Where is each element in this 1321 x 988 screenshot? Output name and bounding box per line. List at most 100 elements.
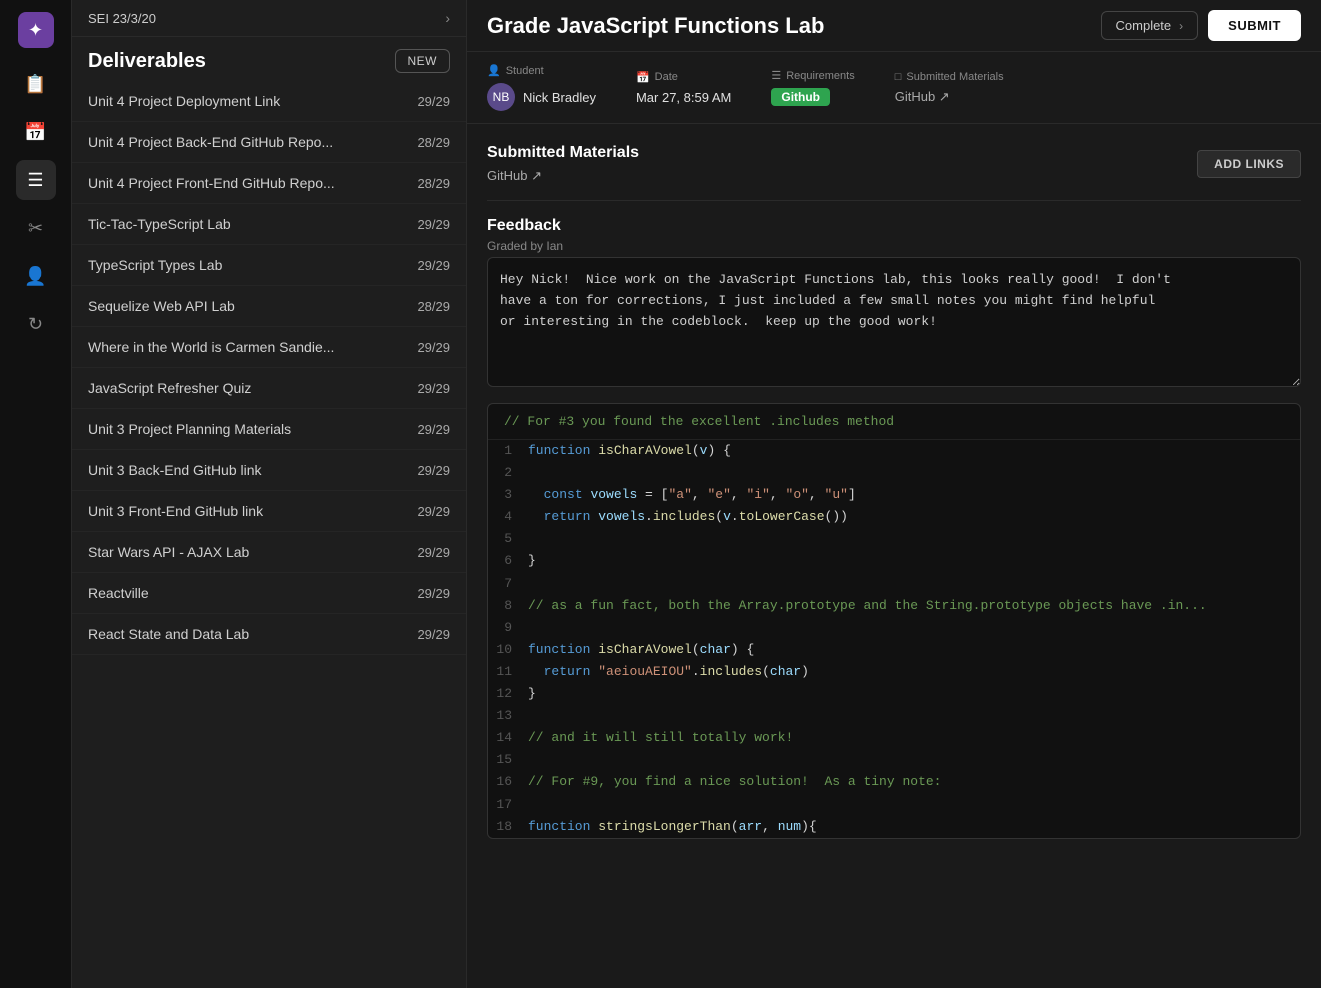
code-line: 17	[488, 794, 1300, 816]
deliverable-score: 29/29	[417, 463, 450, 478]
deliverable-score: 29/29	[417, 586, 450, 601]
list-item[interactable]: Reactville 29/29	[72, 573, 466, 614]
student-label: 👤 Student	[487, 64, 596, 77]
content-area: Submitted Materials GitHub ↗ ADD LINKS F…	[467, 124, 1321, 988]
code-line: 18 function stringsLongerThan(arr, num){	[488, 816, 1300, 838]
code-line: 11 return "aeiouAEIOU".includes(char)	[488, 661, 1300, 683]
submitted-materials-left: Submitted Materials GitHub ↗	[487, 144, 639, 184]
code-line: 4 return vowels.includes(v.toLowerCase()…	[488, 506, 1300, 528]
deliverable-score: 29/29	[417, 504, 450, 519]
deliverable-name: Unit 4 Project Front-End GitHub Repo...	[88, 175, 417, 191]
deliverable-score: 29/29	[417, 381, 450, 396]
code-line: 16 // For #9, you find a nice solution! …	[488, 771, 1300, 793]
feedback-section: Feedback Graded by Ian	[487, 217, 1301, 387]
main-panel: Grade JavaScript Functions Lab Complete …	[467, 0, 1321, 988]
code-line: 12 }	[488, 683, 1300, 705]
sidebar-header: SEI 23/3/20 ›	[72, 0, 466, 37]
deliverable-score: 29/29	[417, 258, 450, 273]
deliverable-name: Sequelize Web API Lab	[88, 298, 417, 314]
requirements-value: Github	[771, 88, 854, 106]
calendar-icon: 📅	[636, 71, 650, 84]
clipboard-nav-icon[interactable]: 📋	[16, 64, 56, 104]
list-item[interactable]: Unit 3 Project Planning Materials 29/29	[72, 409, 466, 450]
feedback-textarea[interactable]	[487, 257, 1301, 387]
deliverable-name: Where in the World is Carmen Sandie...	[88, 339, 417, 355]
sidebar-title: Deliverables	[88, 50, 206, 73]
code-line: 7	[488, 573, 1300, 595]
code-table: 1 function isCharAVowel(v) { 2 3 const v…	[488, 440, 1300, 838]
deliverable-score: 29/29	[417, 422, 450, 437]
deliverables-list: Unit 4 Project Deployment Link 29/29 Uni…	[72, 81, 466, 988]
list-item[interactable]: Unit 3 Back-End GitHub link 29/29	[72, 450, 466, 491]
person-nav-icon[interactable]: 👤	[16, 256, 56, 296]
date-value: Mar 27, 8:59 AM	[636, 90, 731, 105]
list-item[interactable]: JavaScript Refresher Quiz 29/29	[72, 368, 466, 409]
complete-button[interactable]: Complete ›	[1101, 11, 1199, 40]
course-label: SEI 23/3/20	[88, 11, 156, 26]
list-item[interactable]: TypeScript Types Lab 29/29	[72, 245, 466, 286]
list-item[interactable]: Unit 4 Project Back-End GitHub Repo... 2…	[72, 122, 466, 163]
deliverables-sidebar: SEI 23/3/20 › Deliverables NEW Unit 4 Pr…	[72, 0, 467, 988]
deliverable-name: React State and Data Lab	[88, 626, 417, 642]
list-icon: ☰	[771, 69, 781, 82]
app-logo[interactable]: ✦	[18, 12, 54, 48]
list-item[interactable]: Star Wars API - AJAX Lab 29/29	[72, 532, 466, 573]
code-line: 9	[488, 617, 1300, 639]
deliverable-score: 28/29	[417, 135, 450, 150]
deliverable-name: Star Wars API - AJAX Lab	[88, 544, 417, 560]
code-line: 2	[488, 462, 1300, 484]
date-label: 📅 Date	[636, 71, 731, 84]
date-col: 📅 Date Mar 27, 8:59 AM	[636, 71, 731, 105]
list-item[interactable]: React State and Data Lab 29/29	[72, 614, 466, 655]
chevron-right-icon: ›	[1179, 19, 1183, 33]
list-item[interactable]: Where in the World is Carmen Sandie... 2…	[72, 327, 466, 368]
list-item[interactable]: Unit 4 Project Deployment Link 29/29	[72, 81, 466, 122]
list-nav-icon[interactable]: ☰	[16, 160, 56, 200]
deliverable-name: Tic-Tac-TypeScript Lab	[88, 216, 417, 232]
deliverable-name: Reactville	[88, 585, 417, 601]
submit-button[interactable]: SUBMIT	[1208, 10, 1301, 41]
submitted-materials-title: Submitted Materials	[487, 144, 639, 162]
deliverable-name: Unit 4 Project Deployment Link	[88, 93, 417, 109]
complete-label: Complete	[1116, 18, 1172, 33]
list-item[interactable]: Sequelize Web API Lab 28/29	[72, 286, 466, 327]
code-comment: // For #3 you found the excellent .inclu…	[488, 404, 1300, 440]
code-line: 15	[488, 749, 1300, 771]
tools-nav-icon[interactable]: ✂	[16, 208, 56, 248]
list-item[interactable]: Tic-Tac-TypeScript Lab 29/29	[72, 204, 466, 245]
sidebar-title-row: Deliverables NEW	[72, 37, 466, 81]
code-line: 13	[488, 705, 1300, 727]
student-name: Nick Bradley	[523, 90, 596, 105]
deliverable-score: 29/29	[417, 94, 450, 109]
code-line: 14 // and it will still totally work!	[488, 727, 1300, 749]
page-title: Grade JavaScript Functions Lab	[487, 13, 824, 39]
avatar: NB	[487, 83, 515, 111]
refresh-nav-icon[interactable]: ↻	[16, 304, 56, 344]
code-line: 3 const vowels = ["a", "e", "i", "o", "u…	[488, 484, 1300, 506]
deliverable-score: 29/29	[417, 627, 450, 642]
submitted-github-link[interactable]: GitHub ↗	[487, 168, 639, 184]
divider	[487, 200, 1301, 201]
topbar-actions: Complete › SUBMIT	[1101, 10, 1301, 41]
list-item[interactable]: Unit 3 Front-End GitHub link 29/29	[72, 491, 466, 532]
deliverable-name: Unit 3 Project Planning Materials	[88, 421, 417, 437]
requirements-label: ☰ Requirements	[771, 69, 854, 82]
deliverable-name: TypeScript Types Lab	[88, 257, 417, 273]
box-icon: □	[895, 71, 902, 83]
github-link[interactable]: GitHub ↗	[895, 89, 950, 105]
person-icon: 👤	[487, 64, 501, 77]
github-badge: Github	[771, 88, 830, 106]
new-deliverable-button[interactable]: NEW	[395, 49, 451, 73]
student-value: NB Nick Bradley	[487, 83, 596, 111]
student-info-row: 👤 Student NB Nick Bradley 📅 Date Mar 27,…	[467, 52, 1321, 124]
deliverable-score: 28/29	[417, 176, 450, 191]
deliverable-score: 29/29	[417, 217, 450, 232]
deliverable-name: Unit 3 Front-End GitHub link	[88, 503, 417, 519]
graded-by: Graded by Ian	[487, 239, 1301, 253]
list-item[interactable]: Unit 4 Project Front-End GitHub Repo... …	[72, 163, 466, 204]
submitted-materials-label: □ Submitted Materials	[895, 71, 1004, 83]
add-links-button[interactable]: ADD LINKS	[1197, 150, 1301, 178]
submitted-materials-section: Submitted Materials GitHub ↗ ADD LINKS	[487, 144, 1301, 184]
calendar-nav-icon[interactable]: 📅	[16, 112, 56, 152]
submitted-materials-value: GitHub ↗	[895, 89, 1004, 105]
